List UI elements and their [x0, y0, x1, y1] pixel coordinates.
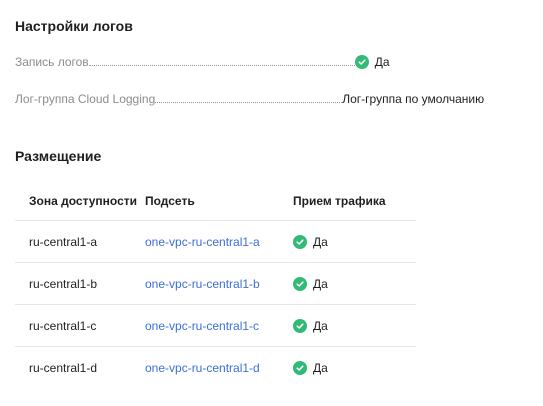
- table-row: ru-central1-c one-vpc-ru-central1-c Да: [15, 304, 416, 347]
- logs-settings-title: Настройки логов: [15, 18, 133, 34]
- traffic-cell: Да: [293, 347, 416, 389]
- table-row: ru-central1-d one-vpc-ru-central1-d Да: [15, 347, 416, 389]
- dotted-leader: [88, 64, 355, 66]
- traffic-value: Да: [313, 234, 328, 249]
- column-header-zone: Зона доступности: [15, 182, 145, 221]
- zone-cell: ru-central1-a: [15, 220, 145, 263]
- traffic-value: Да: [313, 276, 328, 291]
- log-recording-value-text: Да: [374, 55, 390, 69]
- subnet-cell: one-vpc-ru-central1-b: [145, 262, 293, 305]
- log-recording-row: Запись логов Да: [15, 52, 390, 70]
- subnet-link[interactable]: one-vpc-ru-central1-d: [145, 361, 260, 375]
- traffic-cell: Да: [293, 262, 416, 305]
- traffic-cell: Да: [293, 304, 416, 347]
- placement-title: Размещение: [15, 148, 102, 164]
- column-header-subnet: Подсеть: [145, 182, 293, 221]
- zone-cell: ru-central1-c: [15, 304, 145, 347]
- subnet-cell: one-vpc-ru-central1-d: [145, 347, 293, 389]
- log-recording-label: Запись логов: [15, 55, 89, 69]
- check-circle-icon: [293, 234, 307, 249]
- dotted-leader: [155, 101, 343, 103]
- log-recording-value: Да: [354, 54, 390, 70]
- log-group-label: Лог-группа Cloud Logging: [15, 92, 156, 106]
- zone-cell: ru-central1-d: [29, 360, 98, 375]
- subnet-cell: one-vpc-ru-central1-c: [145, 304, 293, 347]
- subnet-link[interactable]: one-vpc-ru-central1-c: [145, 319, 259, 333]
- subnet-link[interactable]: one-vpc-ru-central1-a: [145, 235, 260, 249]
- check-circle-icon: [293, 318, 307, 333]
- table-row: ru-central1-a one-vpc-ru-central1-a Да: [15, 220, 416, 263]
- table-header-row: Зона доступности Подсеть Прием трафика: [15, 182, 416, 221]
- log-group-value: Лог-группа по умолчанию: [342, 92, 485, 106]
- check-circle-icon: [293, 276, 307, 291]
- subnet-link[interactable]: one-vpc-ru-central1-b: [145, 277, 260, 291]
- subnet-cell: one-vpc-ru-central1-a: [145, 220, 293, 263]
- log-group-row: Лог-группа Cloud Logging Лог-группа по у…: [15, 89, 484, 107]
- check-circle-icon: [354, 55, 369, 69]
- zone-cell: ru-central1-b: [15, 262, 145, 305]
- check-circle-icon: [293, 360, 307, 375]
- traffic-value: Да: [313, 360, 328, 375]
- traffic-value: Да: [313, 318, 328, 333]
- traffic-cell: Да: [293, 220, 416, 263]
- column-header-traffic: Прием трафика: [293, 182, 416, 221]
- placement-table: Зона доступности Подсеть Прием трафика r…: [15, 182, 416, 388]
- table-row: ru-central1-b one-vpc-ru-central1-b Да: [15, 262, 416, 305]
